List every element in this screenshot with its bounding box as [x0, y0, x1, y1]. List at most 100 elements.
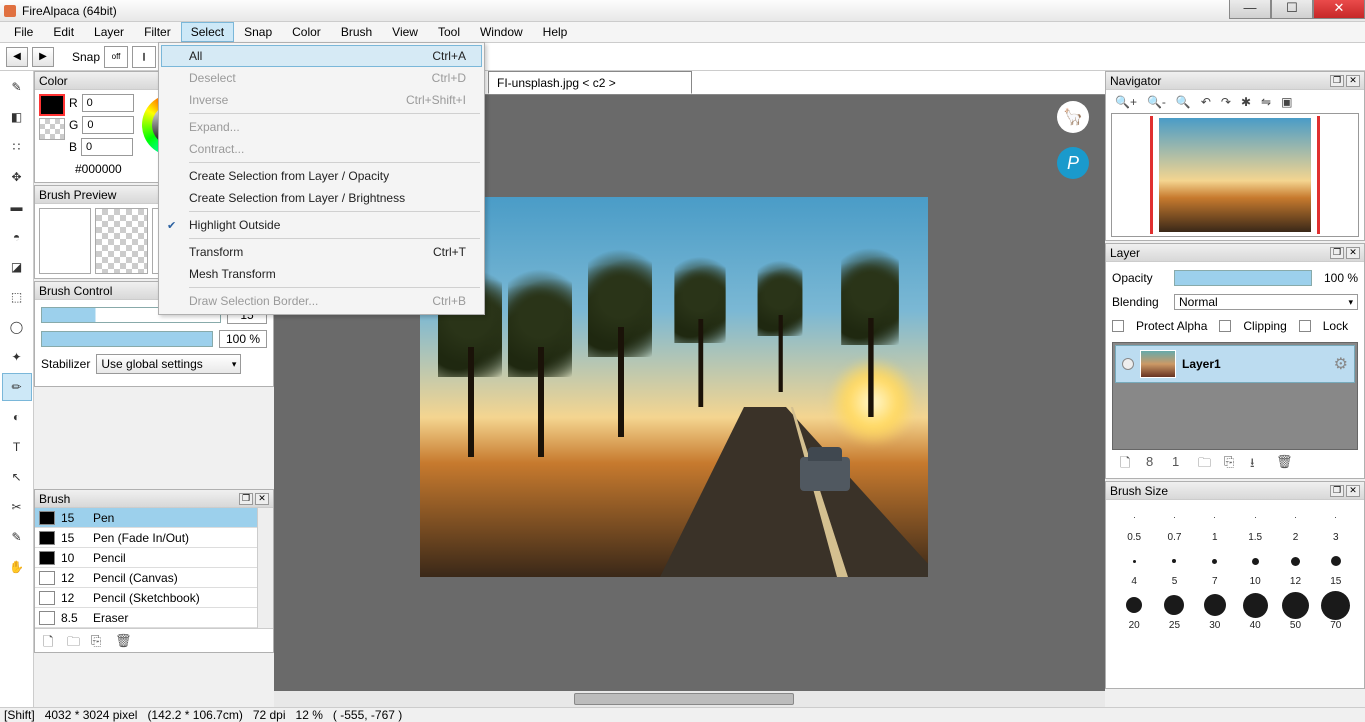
hand-tool[interactable]: ✋ — [2, 553, 32, 581]
brush-size-dot[interactable] — [1154, 548, 1194, 574]
brush-size-dot[interactable] — [1195, 592, 1235, 618]
magic-wand-tool[interactable]: ✦ — [2, 343, 32, 371]
rotate-left-icon[interactable]: ↶ — [1201, 95, 1211, 109]
menu-help[interactable]: Help — [533, 22, 578, 42]
r-input[interactable] — [82, 94, 134, 112]
new-layer-1-icon[interactable]: 1 — [1172, 454, 1188, 470]
navigator-preview[interactable] — [1111, 113, 1359, 237]
brush-size-dot[interactable] — [1195, 504, 1235, 530]
panel-undock-icon[interactable]: ❐ — [1330, 247, 1344, 259]
rotate-right-icon[interactable]: ↷ — [1221, 95, 1231, 109]
brush-tool[interactable]: ✎ — [2, 73, 32, 101]
brush-size-dot[interactable] — [1154, 592, 1194, 618]
flip-icon-2[interactable]: ▣ — [1281, 95, 1292, 109]
menu-file[interactable]: File — [4, 22, 43, 42]
menu-select[interactable]: Select — [181, 22, 234, 42]
select-eraser-tool[interactable]: ◐ — [2, 403, 32, 431]
menu-window[interactable]: Window — [470, 22, 533, 42]
bucket-tool[interactable]: ◓ — [2, 223, 32, 251]
gradient-tool[interactable]: ◪ — [2, 253, 32, 281]
menu-item-create-selection-from-layer-opacity[interactable]: Create Selection from Layer / Opacity — [161, 165, 482, 187]
select-pen-tool[interactable]: ✏ — [2, 373, 32, 401]
menu-item-transform[interactable]: TransformCtrl+T — [161, 241, 482, 263]
menu-item-create-selection-from-layer-brightness[interactable]: Create Selection from Layer / Brightness — [161, 187, 482, 209]
menu-item-highlight-outside[interactable]: ✔Highlight Outside — [161, 214, 482, 236]
zoom-in-icon[interactable]: 🔍+ — [1115, 95, 1137, 109]
menu-filter[interactable]: Filter — [134, 22, 181, 42]
redo-button[interactable]: ▶ — [32, 47, 54, 67]
menu-item-mesh-transform[interactable]: Mesh Transform — [161, 263, 482, 285]
brush-size-dot[interactable] — [1316, 504, 1356, 530]
eyedropper-tool[interactable]: ✎ — [2, 523, 32, 551]
new-layer-icon[interactable]: 🗋 — [1120, 454, 1136, 470]
lock-checkbox[interactable] — [1299, 320, 1311, 332]
panel-close-icon[interactable]: ✕ — [1346, 75, 1360, 87]
brush-list-item[interactable]: 15Pen (Fade In/Out) — [35, 528, 273, 548]
background-swatch[interactable] — [39, 118, 65, 140]
delete-layer-icon[interactable]: 🗑 — [1276, 454, 1292, 470]
snap-mode-1[interactable]: ∥ — [132, 46, 156, 68]
divide-tool[interactable]: ✂ — [2, 493, 32, 521]
close-button[interactable]: ✕ — [1313, 0, 1365, 19]
protect-alpha-checkbox[interactable] — [1112, 320, 1124, 332]
menu-view[interactable]: View — [382, 22, 428, 42]
duplicate-layer-icon[interactable]: ⎘ — [1224, 454, 1240, 470]
blending-select[interactable]: Normal — [1174, 294, 1358, 310]
text-tool[interactable]: T — [2, 433, 32, 461]
menu-brush[interactable]: Brush — [331, 22, 382, 42]
brush-size-dot[interactable] — [1316, 592, 1356, 618]
panel-close-icon[interactable]: ✕ — [1346, 247, 1360, 259]
fill-tool[interactable]: ▬ — [2, 193, 32, 221]
duplicate-brush-icon[interactable]: ⎘ — [91, 633, 107, 649]
panel-close-icon[interactable]: ✕ — [1346, 485, 1360, 497]
move-tool[interactable]: ✥ — [2, 163, 32, 191]
flip-icon[interactable]: ⇋ — [1261, 95, 1271, 109]
brush-list-item[interactable]: 8.5Eraser — [35, 608, 273, 628]
dot-tool[interactable]: ∷ — [2, 133, 32, 161]
document-tab[interactable]: FI-unsplash.jpg < c2 > — [488, 71, 692, 94]
menu-edit[interactable]: Edit — [43, 22, 84, 42]
p-badge[interactable]: P — [1057, 147, 1089, 179]
brush-size-dot[interactable] — [1316, 548, 1356, 574]
operation-tool[interactable]: ↖ — [2, 463, 32, 491]
merge-layer-icon[interactable]: ⭳ — [1250, 454, 1266, 470]
select-lasso-tool[interactable]: ◯ — [2, 313, 32, 341]
layer-item[interactable]: Layer1 ⚙ — [1115, 345, 1355, 383]
brush-scrollbar[interactable] — [257, 508, 273, 628]
menu-color[interactable]: Color — [282, 22, 331, 42]
brush-size-dot[interactable] — [1114, 592, 1154, 618]
menu-tool[interactable]: Tool — [428, 22, 470, 42]
b-input[interactable] — [81, 138, 133, 156]
menu-item-all[interactable]: AllCtrl+A — [161, 45, 482, 67]
layer-settings-icon[interactable]: ⚙ — [1334, 354, 1348, 374]
layer-visibility-icon[interactable] — [1122, 358, 1134, 370]
brush-size-dot[interactable] — [1235, 504, 1275, 530]
brush-size-dot[interactable] — [1275, 548, 1315, 574]
new-folder-icon[interactable]: 🗀 — [1198, 454, 1214, 470]
minimize-button[interactable]: — — [1229, 0, 1271, 19]
brush-list-item[interactable]: 12Pencil (Canvas) — [35, 568, 273, 588]
reset-rotation-icon[interactable]: ✱ — [1241, 95, 1251, 109]
panel-close-icon[interactable]: ✕ — [255, 493, 269, 505]
menu-snap[interactable]: Snap — [234, 22, 282, 42]
panel-undock-icon[interactable]: ❐ — [1330, 75, 1344, 87]
brush-size-dot[interactable] — [1235, 592, 1275, 618]
snap-off-button[interactable]: off — [104, 46, 128, 68]
brush-list-item[interactable]: 12Pencil (Sketchbook) — [35, 588, 273, 608]
panel-undock-icon[interactable]: ❐ — [1330, 485, 1344, 497]
new-brush-icon[interactable]: 🗋 — [43, 633, 59, 649]
panel-undock-icon[interactable]: ❐ — [239, 493, 253, 505]
g-input[interactable] — [82, 116, 134, 134]
brush-size-dot[interactable] — [1114, 504, 1154, 530]
menu-layer[interactable]: Layer — [84, 22, 134, 42]
brush-size-dot[interactable] — [1275, 504, 1315, 530]
select-rect-tool[interactable]: ⬚ — [2, 283, 32, 311]
delete-brush-icon[interactable]: 🗑 — [115, 633, 131, 649]
brush-size-dot[interactable] — [1195, 548, 1235, 574]
brush-size-dot[interactable] — [1235, 548, 1275, 574]
brush-size-dot[interactable] — [1154, 504, 1194, 530]
zoom-fit-icon[interactable]: 🔍 — [1176, 95, 1191, 109]
brush-opacity-value[interactable]: 100 % — [219, 330, 267, 348]
horizontal-scrollbar[interactable] — [274, 691, 1105, 707]
maximize-button[interactable]: ☐ — [1271, 0, 1313, 19]
